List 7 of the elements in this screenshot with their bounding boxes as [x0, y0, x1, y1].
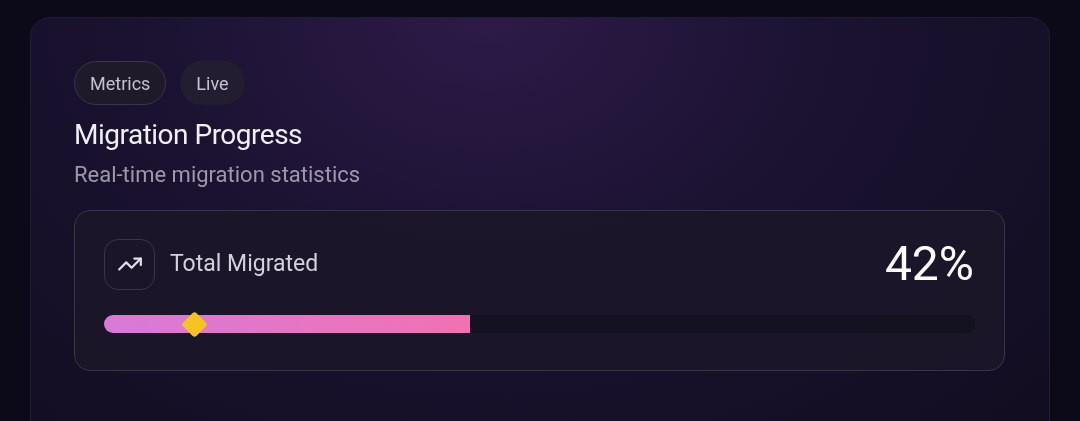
- card-subtitle: Real-time migration statistics: [74, 161, 362, 189]
- tag: Metrics: [74, 61, 167, 105]
- tag: Live: [180, 61, 245, 105]
- stat-value: 42%: [884, 236, 974, 292]
- card-title: Migration Progress: [74, 117, 304, 153]
- trending-up-icon: [104, 238, 155, 290]
- stat-label: Total Migrated: [170, 248, 319, 279]
